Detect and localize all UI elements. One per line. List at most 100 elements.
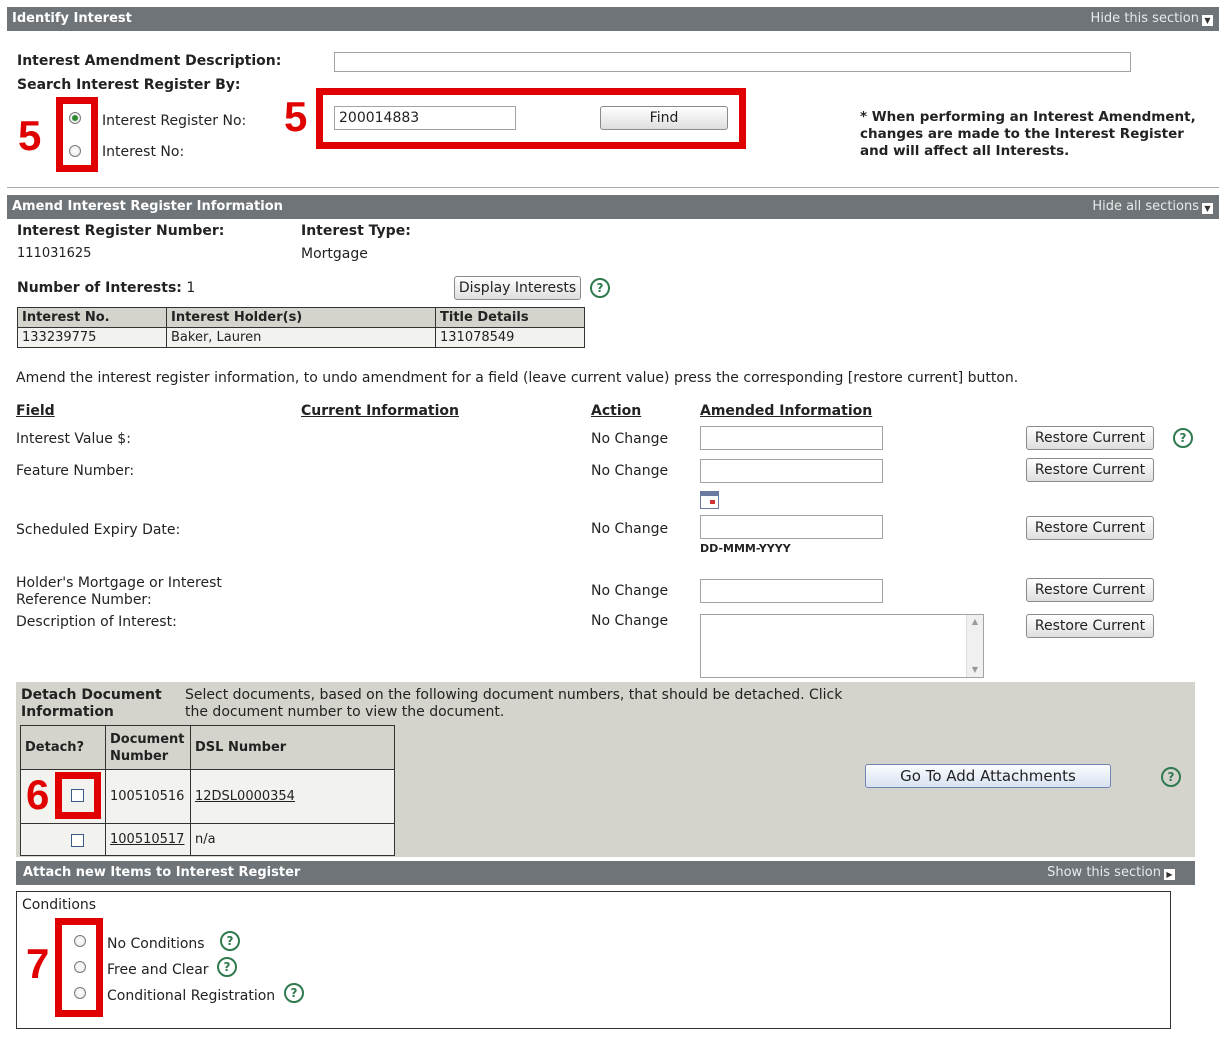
col-amended-header: Amended Information bbox=[700, 403, 873, 419]
find-button[interactable]: Find bbox=[600, 106, 728, 130]
restore-current-button[interactable]: Restore Current bbox=[1026, 614, 1154, 638]
go-to-add-attachments-button[interactable]: Go To Add Attachments bbox=[865, 764, 1111, 788]
hide-section-toggle[interactable]: Hide this section ▼ bbox=[1091, 7, 1213, 31]
hide-all-sections-toggle[interactable]: Hide all sections ▼ bbox=[1092, 195, 1213, 219]
help-icon[interactable]: ? bbox=[217, 957, 237, 977]
table-row: 133239775 Baker, Lauren 131078549 bbox=[17, 327, 585, 348]
amend-section-title: Amend Interest Register Information bbox=[12, 199, 283, 214]
feature-number-input[interactable] bbox=[700, 459, 883, 483]
description-textarea[interactable]: ▲ ▼ bbox=[700, 614, 984, 678]
num-interests: Number of Interests: 1 bbox=[17, 280, 196, 296]
type-value: Mortgage bbox=[301, 246, 368, 262]
document-link[interactable]: 100510517 bbox=[110, 832, 184, 847]
cell-detach bbox=[20, 823, 106, 856]
amend-desc-label: Interest Amendment Description: bbox=[17, 53, 282, 69]
radio-register-no[interactable] bbox=[69, 112, 81, 124]
detach-description: Select documents, based on the following… bbox=[185, 687, 843, 720]
interest-value-input[interactable] bbox=[700, 426, 883, 450]
option-conditional-registration: Conditional Registration bbox=[107, 988, 276, 1004]
action-description: No Change bbox=[591, 613, 669, 629]
action-feature-number: No Change bbox=[591, 463, 669, 479]
field-label-interest-value: Interest Value $: bbox=[16, 431, 131, 447]
restore-current-button[interactable]: Restore Current bbox=[1026, 426, 1154, 450]
action-expiry-date: No Change bbox=[591, 521, 669, 537]
instructions-text: Amend the interest register information,… bbox=[16, 370, 1019, 386]
help-icon[interactable]: ? bbox=[590, 278, 610, 298]
marker-5-right: 5 bbox=[284, 93, 308, 140]
col-current-header: Current Information bbox=[301, 403, 459, 419]
radio-register-label: Interest Register No: bbox=[102, 113, 247, 129]
chevron-down-icon: ▼ bbox=[1202, 15, 1213, 26]
th-interest-no: Interest No. bbox=[17, 307, 167, 328]
date-format-hint: DD-MMM-YYYY bbox=[700, 542, 791, 555]
cell-doc-number: 100510517 bbox=[105, 823, 191, 856]
cell-dsl: n/a bbox=[190, 823, 395, 856]
amend-desc-input[interactable] bbox=[334, 52, 1131, 72]
chevron-right-icon: ▶ bbox=[1164, 869, 1175, 880]
scroll-down-icon[interactable]: ▼ bbox=[967, 663, 983, 677]
action-interest-value: No Change bbox=[591, 431, 669, 447]
highlight-radios bbox=[56, 97, 98, 172]
cell-doc-number: 100510516 bbox=[105, 769, 191, 824]
marker-5-left: 5 bbox=[18, 112, 42, 159]
reg-num-label: Interest Register Number: bbox=[17, 223, 225, 239]
marker-7: 7 bbox=[26, 940, 50, 987]
detach-checkbox-2[interactable] bbox=[71, 834, 84, 847]
th-document-number: Document Number bbox=[105, 725, 191, 770]
cell-title: 131078549 bbox=[435, 327, 585, 348]
divider bbox=[7, 187, 1219, 188]
attach-section-header: Attach new Items to Interest Register Sh… bbox=[16, 861, 1195, 885]
help-icon[interactable]: ? bbox=[284, 983, 304, 1003]
cell-dsl: 12DSL0000354 bbox=[190, 769, 395, 824]
reg-num-value: 111031625 bbox=[17, 246, 92, 261]
th-holder: Interest Holder(s) bbox=[166, 307, 436, 328]
detach-title: Detach Document Information bbox=[21, 687, 162, 720]
restore-current-button[interactable]: Restore Current bbox=[1026, 516, 1154, 540]
marker-6: 6 bbox=[26, 771, 50, 818]
identify-section-title: Identify Interest bbox=[12, 11, 132, 26]
cell-interest-no: 133239775 bbox=[17, 327, 167, 348]
scroll-up-icon[interactable]: ▲ bbox=[967, 615, 983, 629]
search-by-label: Search Interest Register By: bbox=[17, 77, 241, 93]
amendment-note: * When performing an Interest Amendment,… bbox=[860, 109, 1196, 159]
restore-current-button[interactable]: Restore Current bbox=[1026, 578, 1154, 602]
dsl-link[interactable]: 12DSL0000354 bbox=[195, 789, 295, 804]
amend-section-header: Amend Interest Register Information Hide… bbox=[7, 195, 1219, 219]
radio-interest-no[interactable] bbox=[69, 145, 81, 157]
radio-interest-label: Interest No: bbox=[102, 144, 185, 160]
detach-checkbox-1[interactable] bbox=[71, 789, 84, 802]
conditions-panel bbox=[16, 891, 1171, 1029]
scrollbar[interactable]: ▲ ▼ bbox=[966, 615, 983, 677]
identify-section-header: Identify Interest Hide this section ▼ bbox=[7, 7, 1219, 31]
radio-conditional-registration[interactable] bbox=[74, 987, 86, 999]
field-label-feature-number: Feature Number: bbox=[16, 463, 135, 479]
help-icon[interactable]: ? bbox=[220, 931, 240, 951]
type-label: Interest Type: bbox=[301, 223, 411, 239]
field-label-expiry-date: Scheduled Expiry Date: bbox=[16, 522, 181, 538]
help-icon[interactable]: ? bbox=[1161, 767, 1181, 787]
col-field-header: Field bbox=[16, 403, 55, 419]
cell-holder: Baker, Lauren bbox=[166, 327, 436, 348]
reference-number-input[interactable] bbox=[700, 579, 883, 603]
option-no-conditions: No Conditions bbox=[107, 936, 205, 952]
th-dsl-number: DSL Number bbox=[190, 725, 395, 770]
radio-free-and-clear[interactable] bbox=[74, 961, 86, 973]
register-number-input[interactable]: 200014883 bbox=[334, 106, 516, 130]
help-icon[interactable]: ? bbox=[1173, 428, 1193, 448]
show-section-toggle[interactable]: Show this section ▶ bbox=[1047, 861, 1175, 885]
attach-section-title: Attach new Items to Interest Register bbox=[23, 865, 301, 880]
field-label-reference-number: Holder's Mortgage or Interest Reference … bbox=[16, 575, 222, 608]
field-label-description: Description of Interest: bbox=[16, 614, 177, 630]
expiry-date-input[interactable] bbox=[700, 515, 883, 539]
th-detach: Detach? bbox=[20, 725, 106, 770]
conditions-label: Conditions bbox=[22, 897, 97, 913]
option-free-and-clear: Free and Clear bbox=[107, 962, 209, 978]
restore-current-button[interactable]: Restore Current bbox=[1026, 458, 1154, 482]
calendar-icon[interactable] bbox=[700, 491, 719, 509]
radio-no-conditions[interactable] bbox=[74, 935, 86, 947]
interest-table: Interest No. Interest Holder(s) Title De… bbox=[17, 307, 585, 348]
th-title: Title Details bbox=[435, 307, 585, 328]
chevron-down-icon: ▼ bbox=[1202, 203, 1213, 214]
display-interests-button[interactable]: Display Interests bbox=[454, 276, 581, 300]
action-reference-number: No Change bbox=[591, 583, 669, 599]
